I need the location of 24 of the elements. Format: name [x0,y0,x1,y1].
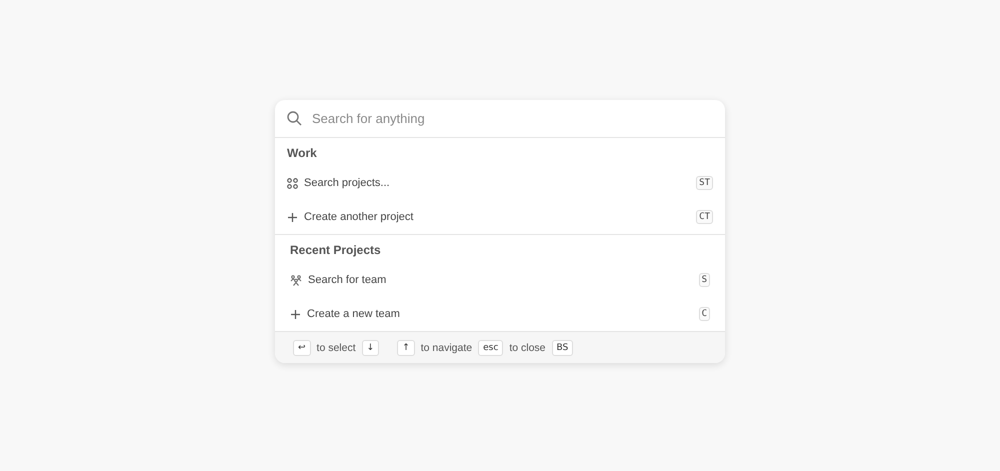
grid-icon [287,178,298,188]
team-icon [290,274,302,286]
hint-text: to select [316,342,356,354]
shortcut-key: C [698,307,710,321]
key-hint: BS [552,340,574,356]
hint-text: to close [509,342,546,354]
key-hint: esc [478,340,504,356]
menu-item[interactable]: Search for team S [290,263,710,297]
plus-icon [290,308,301,320]
shortcut-key: ST [696,176,713,190]
menu-item[interactable]: Create another project CT [287,200,713,234]
hint-text: to navigate [420,342,472,354]
search-field[interactable]: Search for anything [310,110,713,127]
shortcut-key: CT [696,210,713,224]
key-hint: ↓ [362,340,380,356]
shortcut-key: S [698,273,710,287]
key-hint: ↑ [397,340,415,356]
section-title: Work [287,145,317,162]
search-icon [287,111,302,126]
plus-icon [287,212,298,222]
menu-item[interactable]: Search projects... ST [287,166,713,200]
menu-item[interactable]: Create a new team C [290,297,710,331]
section-title: Recent Projects [290,242,381,259]
key-hint: ↩ [293,340,311,356]
